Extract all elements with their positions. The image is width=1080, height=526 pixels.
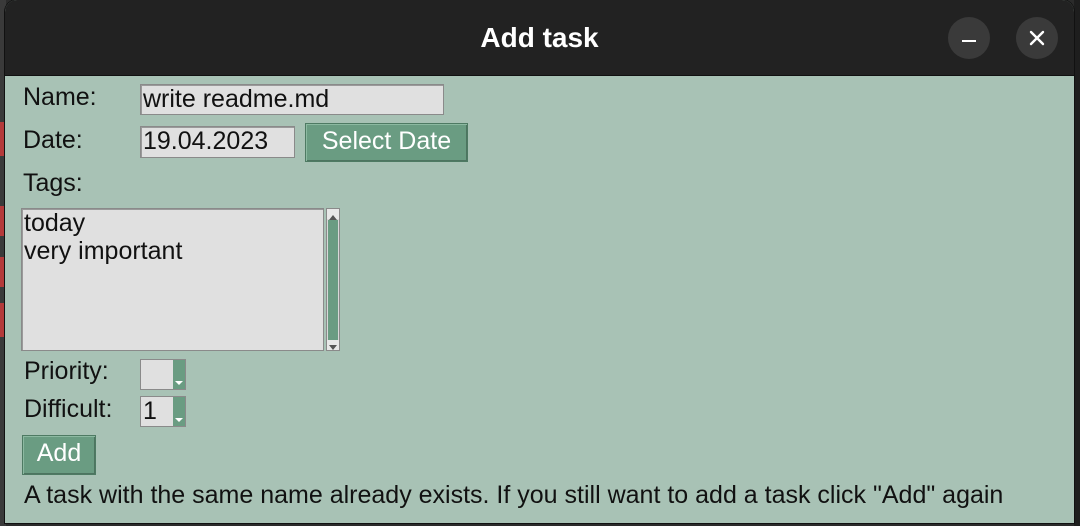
add-task-dialog: Add task Name: write readme.md Date: 19.… (5, 0, 1074, 523)
close-button[interactable] (1016, 17, 1058, 59)
chevron-down-icon (329, 345, 337, 350)
tag-line: today (24, 209, 86, 237)
scrollbar-thumb[interactable] (328, 220, 338, 341)
select-date-button[interactable]: Select Date (305, 123, 468, 162)
tags-label: Tags: (23, 169, 83, 197)
tags-textarea[interactable]: today very important (21, 208, 324, 351)
minimize-button[interactable] (948, 17, 990, 59)
difficult-spinbox[interactable]: 1 (140, 396, 186, 427)
status-message: A task with the same name already exists… (24, 481, 1004, 509)
tags-scrollbar[interactable] (326, 208, 340, 351)
background-desktop-right (1074, 0, 1080, 526)
scroll-up-arrow[interactable] (327, 209, 339, 220)
chevron-down-icon (175, 381, 183, 385)
tag-line: very important (24, 237, 183, 265)
name-label: Name: (23, 83, 97, 111)
priority-spinbox[interactable] (140, 359, 186, 390)
difficult-label: Difficult: (24, 395, 113, 423)
chevron-down-icon (175, 418, 183, 422)
difficult-value: 1 (143, 397, 157, 425)
date-label: Date: (23, 126, 83, 154)
date-input[interactable]: 19.04.2023 (140, 126, 295, 158)
name-input[interactable]: write readme.md (140, 84, 444, 115)
priority-label: Priority: (24, 357, 109, 385)
window-title: Add task (480, 22, 599, 53)
title-bar[interactable]: Add task (5, 0, 1074, 76)
add-button[interactable]: Add (22, 435, 96, 475)
scroll-down-arrow[interactable] (327, 340, 339, 350)
priority-dropdown-button[interactable] (173, 360, 185, 389)
minimize-icon (962, 40, 976, 42)
difficult-dropdown-button[interactable] (173, 397, 185, 426)
close-icon (1029, 30, 1045, 46)
